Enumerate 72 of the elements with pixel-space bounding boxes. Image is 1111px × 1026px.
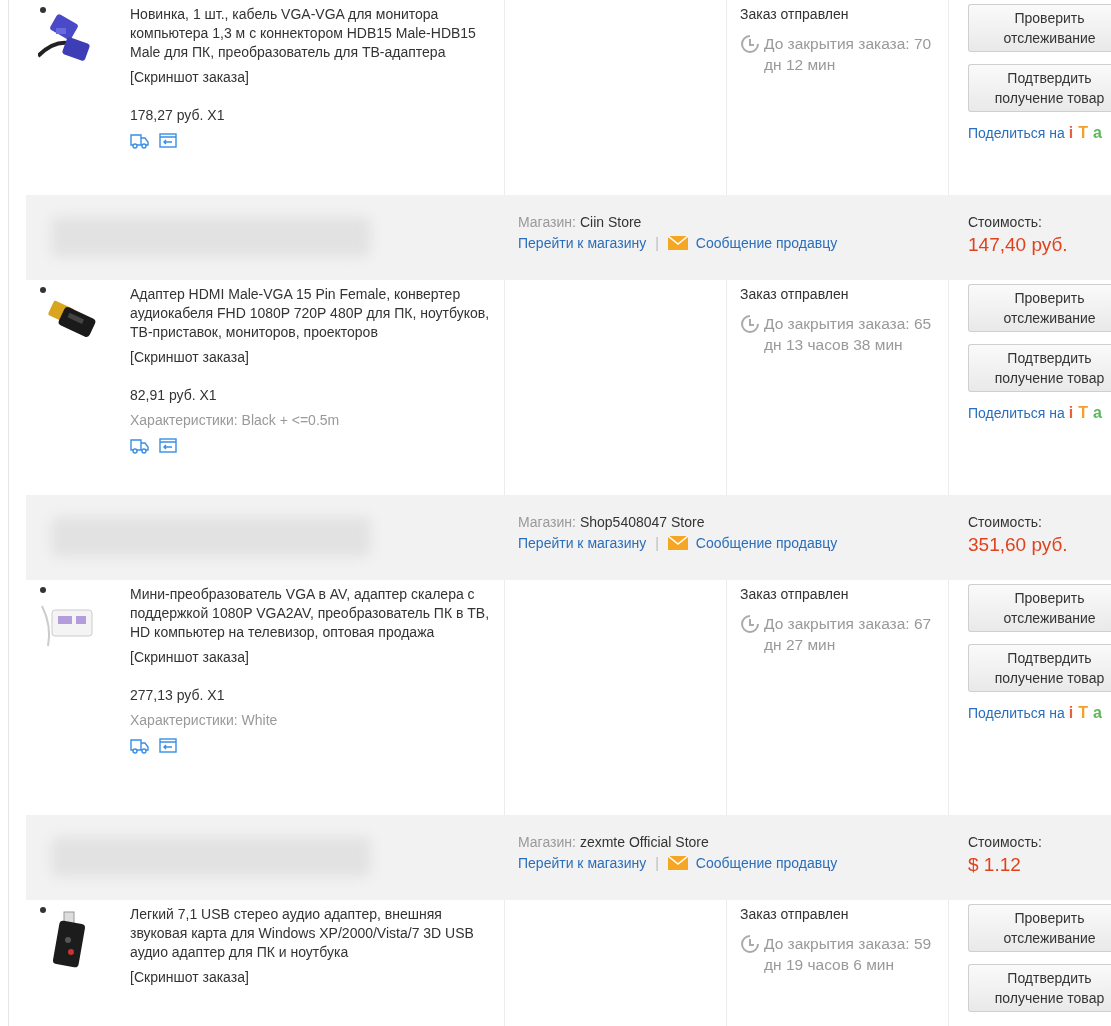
message-seller-link[interactable]: Сообщение продавцу <box>695 235 838 251</box>
clock-icon <box>740 314 760 334</box>
product-title: Адаптер HDMI Male-VGA 15 Pin Female, конвертер аудиокабеля FHD 1080P 720P 480P для ПК, ноутбуков, ТВ-приставок, мониторов, проекторов <box>130 285 490 342</box>
store-label: Магазин: <box>518 214 576 230</box>
return-box-icon[interactable] <box>159 438 177 453</box>
link-separator: | <box>655 235 659 251</box>
store-name: Shop5408047 Store <box>579 514 705 530</box>
order-status: Заказ отправлен <box>740 585 850 604</box>
screenshot-link[interactable]: [Скриншот заказа] <box>130 348 249 367</box>
store-link[interactable]: Перейти к магазину <box>518 855 647 871</box>
order-cost: 351,60 руб. <box>968 534 1069 556</box>
store-label: Магазин: <box>518 514 576 530</box>
share-label: Поделиться на <box>968 705 1065 721</box>
order-cost: $ 1.12 <box>968 854 1022 876</box>
store-label: Магазин: <box>518 834 576 850</box>
envelope-icon <box>667 536 688 550</box>
confirm-receipt-button[interactable]: Подтвердить получение товар <box>968 964 1111 1012</box>
close-countdown: До закрытия заказа: 65 дн 13 часов 38 мин <box>764 314 933 355</box>
close-countdown: До закрытия заказа: 70 дн 12 мин <box>764 34 933 75</box>
track-button[interactable]: Проверить отслеживание <box>968 4 1111 52</box>
truck-icon[interactable] <box>130 738 150 754</box>
envelope-icon <box>667 856 688 870</box>
share-icon[interactable]: i <box>1067 404 1075 422</box>
product-title: Новинка, 1 шт., кабель VGA-VGA для монитора компьютера 1,3 м с коннектором HDB15 Male-HDB15 Male для ПК, преобразователь для ТВ-адаптера <box>130 5 477 62</box>
screenshot-link[interactable]: [Скриншот заказа] <box>130 648 249 667</box>
order-status: Заказ отправлен <box>740 285 850 304</box>
screenshot-link[interactable]: [Скриншот заказа] <box>130 968 249 987</box>
share-label: Поделиться на <box>968 405 1065 421</box>
truck-icon[interactable] <box>130 133 150 149</box>
track-button[interactable]: Проверить отслеживание <box>968 584 1111 632</box>
confirm-receipt-button[interactable]: Подтвердить получение товар <box>968 344 1111 392</box>
close-countdown: До закрытия заказа: 67 дн 27 мин <box>764 614 933 655</box>
share-icon[interactable]: a <box>1091 404 1103 422</box>
order-status: Заказ отправлен <box>740 905 850 924</box>
share-icon[interactable]: a <box>1091 704 1103 722</box>
return-box-icon[interactable] <box>159 738 177 753</box>
cost-label: Стоимость: <box>968 514 1043 530</box>
message-seller-link[interactable]: Сообщение продавцу <box>695 535 838 551</box>
item-specs: Характеристики: White <box>130 711 279 730</box>
message-seller-link[interactable]: Сообщение продавцу <box>695 855 838 871</box>
confirm-receipt-button[interactable]: Подтвердить получение товар <box>968 64 1111 112</box>
share-icon[interactable]: a <box>1091 124 1103 142</box>
cost-label: Стоимость: <box>968 834 1043 850</box>
cost-label: Стоимость: <box>968 214 1043 230</box>
envelope-icon <box>667 236 688 250</box>
item-specs: Характеристики: Black + <=0.5m <box>130 411 341 430</box>
share-icon[interactable]: i <box>1067 124 1075 142</box>
close-countdown: До закрытия заказа: 59 дн 19 часов 6 мин <box>764 934 933 975</box>
item-price: 277,13 руб. X1 <box>130 686 226 705</box>
track-button[interactable]: Проверить отслеживание <box>968 904 1111 952</box>
item-price: 178,27 руб. X1 <box>130 106 226 125</box>
clock-icon <box>740 934 760 954</box>
clock-icon <box>740 34 760 54</box>
share-label: Поделиться на <box>968 125 1065 141</box>
store-name: Ciin Store <box>579 214 642 230</box>
truck-icon[interactable] <box>130 438 150 454</box>
store-name: zexmte Official Store <box>579 834 709 850</box>
order-cost: 147,40 руб. <box>968 234 1069 256</box>
order-status: Заказ отправлен <box>740 5 850 24</box>
store-link[interactable]: Перейти к магазину <box>518 235 647 251</box>
screenshot-link[interactable]: [Скриншот заказа] <box>130 68 249 87</box>
link-separator: | <box>655 535 659 551</box>
return-box-icon[interactable] <box>159 133 177 148</box>
link-separator: | <box>655 855 659 871</box>
product-title: Легкий 7,1 USB стерео аудио адаптер, внешняя звуковая карта для Windows XP/2000/Vista/7 3D USB аудио адаптер для ПК и ноутбука <box>130 905 475 962</box>
track-button[interactable]: Проверить отслеживание <box>968 284 1111 332</box>
confirm-receipt-button[interactable]: Подтвердить получение товар <box>968 644 1111 692</box>
item-price: 82,91 руб. X1 <box>130 386 218 405</box>
store-link[interactable]: Перейти к магазину <box>518 535 647 551</box>
share-icon[interactable]: i <box>1067 704 1075 722</box>
product-title: Мини-преобразователь VGA в AV, адаптер скалера с поддержкой 1080P VGA2AV, преобразователь ПК в ТВ, HD компьютер на телевизор, оптовая продажа <box>130 585 490 642</box>
clock-icon <box>740 614 760 634</box>
